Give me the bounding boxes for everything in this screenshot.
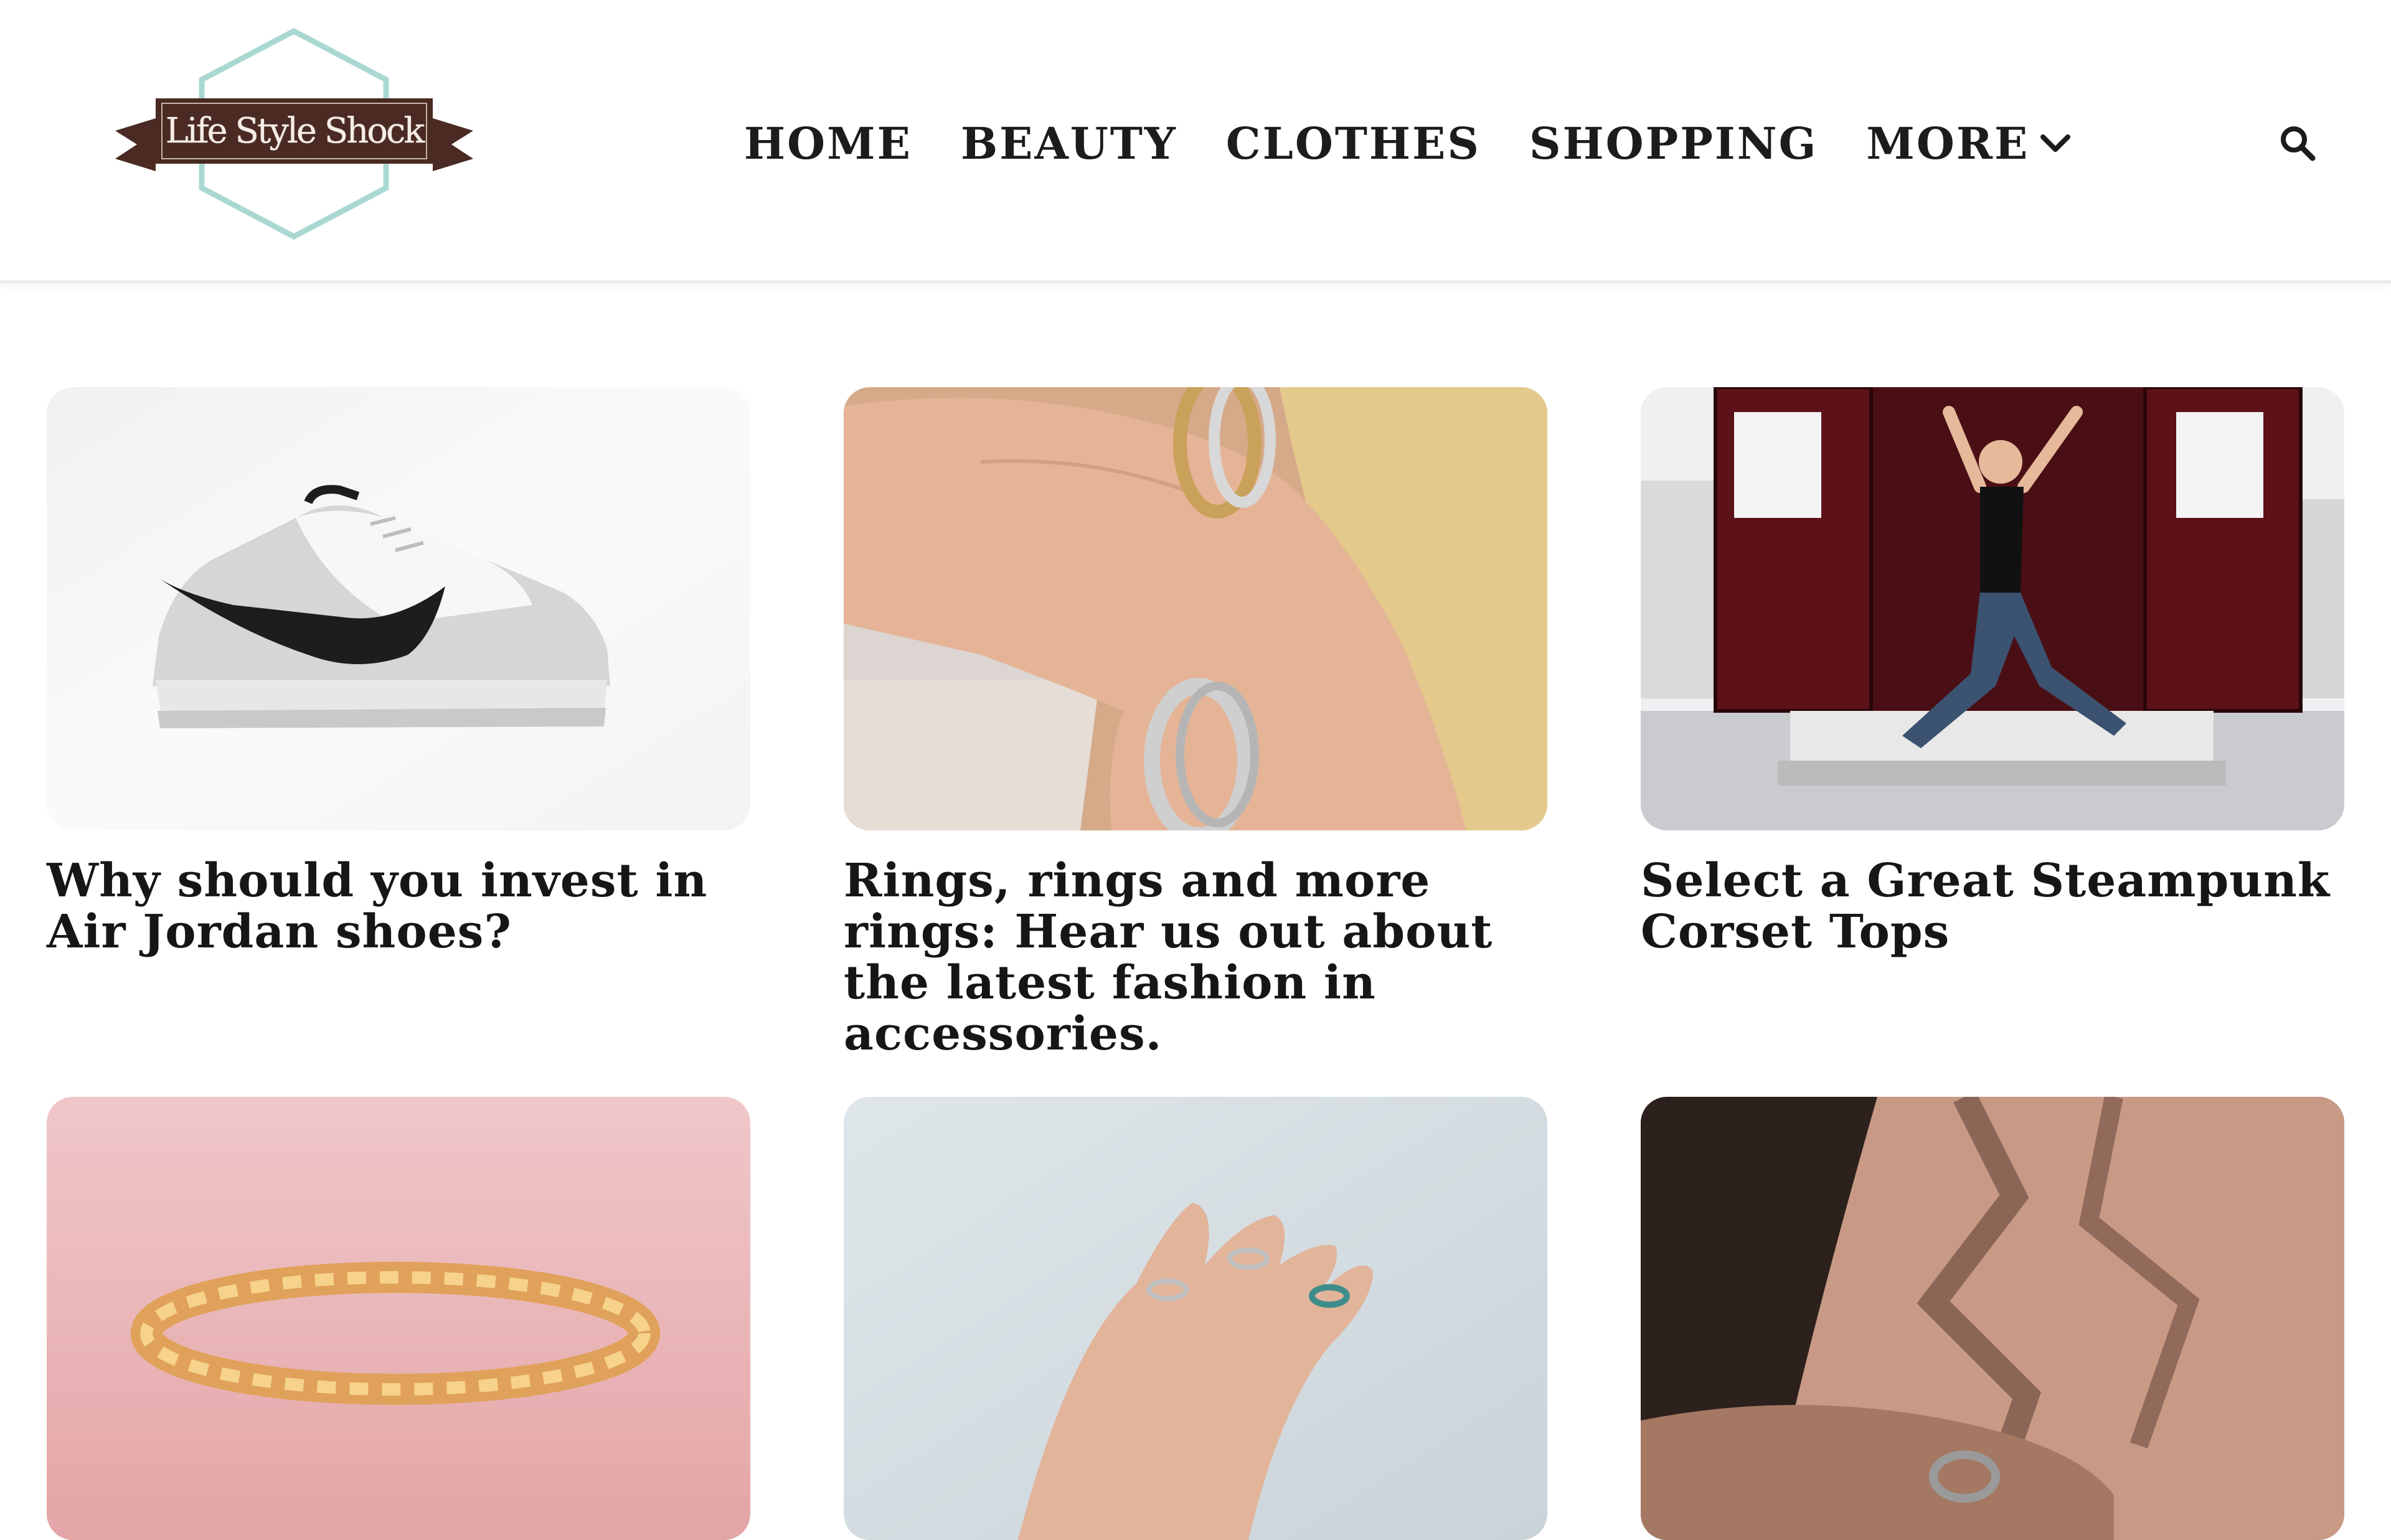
article-image[interactable] bbox=[844, 1097, 1547, 1540]
article-card bbox=[844, 1097, 1547, 1540]
nav-more-label: MORE bbox=[1866, 117, 2030, 169]
article-image[interactable] bbox=[844, 387, 1547, 830]
article-card: Why should you invest in Air Jordan shoe… bbox=[47, 387, 750, 1097]
logo-text: Life Style Shock bbox=[165, 111, 425, 151]
article-card bbox=[1641, 1097, 2344, 1540]
nav-home[interactable]: HOME bbox=[744, 118, 912, 169]
article-card: Rings, rings and more rings: Hear us out… bbox=[844, 387, 1547, 1097]
article-card: Select a Great Steampunk Corset Tops bbox=[1641, 387, 2344, 1097]
chevron-down-icon bbox=[2040, 134, 2071, 152]
main-nav: HOME BEAUTY CLOTHES SHOPPING MORE bbox=[744, 118, 2073, 169]
search-icon bbox=[2281, 126, 2316, 161]
nav-clothes[interactable]: CLOTHES bbox=[1226, 118, 1481, 169]
nav-shopping[interactable]: SHOPPING bbox=[1529, 118, 1818, 169]
article-title[interactable]: Select a Great Steampunk Corset Tops bbox=[1641, 855, 2344, 957]
article-card bbox=[47, 1097, 750, 1540]
article-image[interactable] bbox=[47, 1097, 750, 1540]
search-button[interactable] bbox=[2273, 118, 2323, 168]
article-image[interactable] bbox=[1641, 387, 2344, 830]
nav-more[interactable]: MORE bbox=[1866, 118, 2073, 169]
article-title[interactable]: Rings, rings and more rings: Hear us out… bbox=[844, 855, 1547, 1059]
nav-beauty[interactable]: BEAUTY bbox=[961, 118, 1177, 169]
site-logo[interactable]: Life Style Shock bbox=[112, 25, 476, 240]
article-image[interactable] bbox=[47, 387, 750, 830]
article-grid: Why should you invest in Air Jordan shoe… bbox=[47, 387, 2344, 1540]
article-title[interactable]: Why should you invest in Air Jordan shoe… bbox=[47, 855, 750, 957]
site-header: Life Style Shock HOME BEAUTY CLOTHES SHO… bbox=[0, 0, 2391, 283]
article-image[interactable] bbox=[1641, 1097, 2344, 1540]
